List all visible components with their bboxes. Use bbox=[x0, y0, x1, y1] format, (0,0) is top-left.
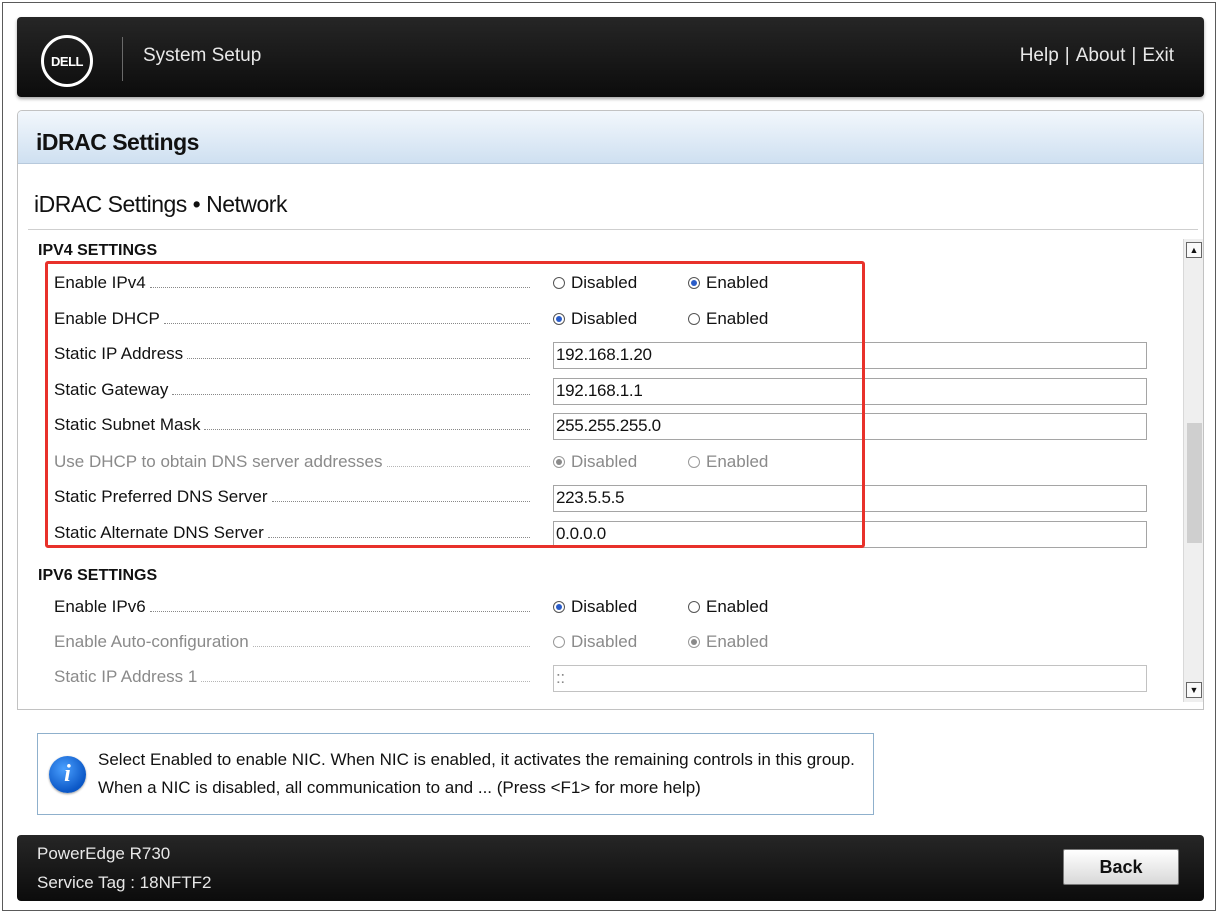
app-title: System Setup bbox=[143, 45, 262, 66]
header-separator bbox=[122, 37, 123, 81]
back-button[interactable]: Back bbox=[1063, 849, 1179, 885]
bottom-bar: PowerEdge R730 Service Tag : 18NFTF2 Bac… bbox=[17, 835, 1204, 901]
enable-ipv4-row: Enable IPv4 Disabled Enabled bbox=[54, 269, 1154, 299]
static-subnet-input[interactable]: 255.255.255.0 bbox=[553, 413, 1147, 440]
exit-link[interactable]: Exit bbox=[1142, 45, 1174, 67]
static-ip-row: Static IP Address 192.168.1.20 bbox=[54, 340, 1154, 370]
dhcp-dns-disabled-radio: Disabled bbox=[553, 452, 637, 472]
auto-config-row: Enable Auto-configuration Disabled Enabl… bbox=[54, 628, 1154, 658]
static-gateway-input[interactable]: 192.168.1.1 bbox=[553, 378, 1147, 405]
ipv4-section-title: IPV4 SETTINGS bbox=[38, 242, 158, 259]
static-ip1-label: Static IP Address 1 bbox=[54, 667, 198, 686]
radio-icon bbox=[553, 636, 565, 648]
auto-config-enabled-radio: Enabled bbox=[688, 632, 768, 652]
enable-dhcp-enabled-radio[interactable]: Enabled bbox=[688, 309, 768, 329]
link-separator: | bbox=[1131, 45, 1137, 66]
dhcp-dns-enabled-radio: Enabled bbox=[688, 452, 768, 472]
enable-ipv6-enabled-radio[interactable]: Enabled bbox=[688, 597, 768, 617]
scroll-up-icon[interactable]: ▲ bbox=[1186, 242, 1202, 258]
dhcp-dns-label: Use DHCP to obtain DNS server addresses bbox=[54, 452, 383, 471]
enable-ipv4-enabled-radio[interactable]: Enabled bbox=[688, 273, 768, 293]
enable-ipv6-label: Enable IPv6 bbox=[54, 597, 146, 616]
preferred-dns-input[interactable]: 223.5.5.5 bbox=[553, 485, 1147, 512]
alternate-dns-input[interactable]: 0.0.0.0 bbox=[553, 521, 1147, 548]
preferred-dns-label: Static Preferred DNS Server bbox=[54, 487, 268, 506]
radio-icon bbox=[688, 313, 700, 325]
help-link[interactable]: Help bbox=[1020, 45, 1059, 67]
enable-ipv4-label: Enable IPv4 bbox=[54, 273, 146, 292]
info-icon: i bbox=[49, 756, 86, 793]
vertical-scrollbar[interactable]: ▲ ▼ bbox=[1183, 239, 1203, 702]
scroll-thumb[interactable] bbox=[1187, 423, 1202, 543]
enable-ipv4-disabled-radio[interactable]: Disabled bbox=[553, 273, 637, 293]
radio-icon bbox=[688, 456, 700, 468]
settings-panel: iDRAC Settings iDRAC Settings • Network … bbox=[17, 110, 1204, 710]
radio-selected-icon bbox=[553, 456, 565, 468]
static-ip1-input: :: bbox=[553, 665, 1147, 692]
ipv6-section-title: IPV6 SETTINGS bbox=[38, 567, 158, 584]
alternate-dns-label: Static Alternate DNS Server bbox=[54, 523, 264, 542]
model-name: PowerEdge R730 bbox=[37, 844, 171, 863]
static-ip-input[interactable]: 192.168.1.20 bbox=[553, 342, 1147, 369]
enable-ipv6-disabled-radio[interactable]: Disabled bbox=[553, 597, 637, 617]
radio-selected-icon bbox=[553, 601, 565, 613]
enable-ipv6-row: Enable IPv6 Disabled Enabled bbox=[54, 593, 1154, 623]
link-separator: | bbox=[1064, 45, 1070, 66]
static-ip-label: Static IP Address bbox=[54, 344, 184, 363]
service-tag: Service Tag : 18NFTF2 bbox=[37, 873, 212, 892]
static-ip1-row: Static IP Address 1 :: bbox=[54, 663, 1154, 693]
static-subnet-label: Static Subnet Mask bbox=[54, 415, 201, 434]
panel-header: iDRAC Settings bbox=[18, 111, 1203, 164]
dell-logo: DELL bbox=[41, 35, 93, 87]
scroll-down-icon[interactable]: ▼ bbox=[1186, 682, 1202, 698]
static-gateway-row: Static Gateway 192.168.1.1 bbox=[54, 376, 1154, 406]
static-subnet-row: Static Subnet Mask 255.255.255.0 bbox=[54, 411, 1154, 441]
alternate-dns-row: Static Alternate DNS Server 0.0.0.0 bbox=[54, 519, 1154, 549]
enable-dhcp-label: Enable DHCP bbox=[54, 309, 160, 328]
radio-selected-icon bbox=[553, 313, 565, 325]
auto-config-label: Enable Auto-configuration bbox=[54, 632, 249, 651]
panel-title: iDRAC Settings bbox=[36, 129, 199, 155]
page-subtitle: iDRAC Settings • Network bbox=[34, 191, 287, 217]
header-links: Help | About | Exit bbox=[1020, 45, 1174, 67]
enable-dhcp-row: Enable DHCP Disabled Enabled bbox=[54, 305, 1154, 335]
about-link[interactable]: About bbox=[1076, 45, 1126, 67]
help-text: Select Enabled to enable NIC. When NIC i… bbox=[98, 750, 855, 797]
preferred-dns-row: Static Preferred DNS Server 223.5.5.5 bbox=[54, 483, 1154, 513]
radio-icon bbox=[553, 277, 565, 289]
radio-selected-icon bbox=[688, 277, 700, 289]
subtitle-divider bbox=[28, 229, 1198, 230]
top-header-bar: DELL System Setup Help | About | Exit bbox=[17, 17, 1204, 97]
static-gateway-label: Static Gateway bbox=[54, 380, 169, 399]
help-box: i Select Enabled to enable NIC. When NIC… bbox=[37, 733, 874, 815]
radio-icon bbox=[688, 601, 700, 613]
radio-selected-icon bbox=[688, 636, 700, 648]
enable-dhcp-disabled-radio[interactable]: Disabled bbox=[553, 309, 637, 329]
dhcp-dns-row: Use DHCP to obtain DNS server addresses … bbox=[54, 448, 1154, 478]
auto-config-disabled-radio: Disabled bbox=[553, 632, 637, 652]
